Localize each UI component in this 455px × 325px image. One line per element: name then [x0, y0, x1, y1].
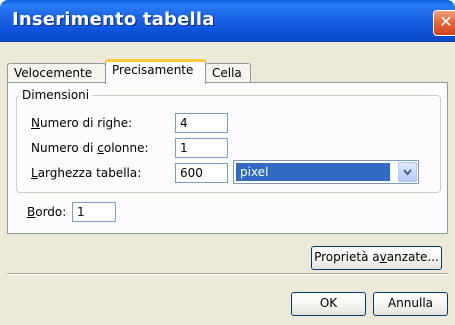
table-width-label: Larghezza tabella:	[31, 166, 142, 180]
tab-label: Precisamente	[112, 63, 194, 77]
dropdown-arrow-button[interactable]	[398, 162, 417, 182]
tab-velocemente[interactable]: Velocemente	[7, 63, 106, 83]
width-unit-select[interactable]: pixel	[233, 160, 419, 184]
rows-label: Numero di righe:	[31, 116, 133, 130]
tab-cella[interactable]: Cella	[205, 63, 251, 83]
table-width-input[interactable]: 600	[175, 163, 228, 183]
columns-input[interactable]: 1	[175, 138, 228, 158]
tab-precisamente[interactable]: Precisamente	[105, 59, 206, 84]
columns-label: Numero di colonne:	[31, 141, 149, 155]
advanced-properties-button[interactable]: Proprietà avanzate...	[311, 246, 442, 270]
tab-panel-precisamente: Dimensioni Numero di righe: 4 Numero di …	[7, 82, 448, 234]
cancel-button[interactable]: Annulla	[373, 292, 448, 316]
close-button[interactable]: ✕	[433, 10, 455, 36]
dimensions-group-label: Dimensioni	[19, 88, 93, 102]
ok-button[interactable]: OK	[291, 292, 366, 316]
tab-label: Cella	[212, 66, 242, 80]
button-separator	[7, 273, 448, 275]
dialog-window: Inserimento tabella ✕ Velocemente Precis…	[0, 0, 455, 325]
dialog-title: Inserimento tabella	[12, 9, 215, 30]
width-unit-selected: pixel	[236, 163, 390, 181]
border-label: Bordo:	[27, 205, 67, 219]
chevron-down-icon	[403, 169, 412, 176]
rows-input[interactable]: 4	[175, 113, 228, 133]
dialog-body: Velocemente Precisamente Cella Dimension…	[0, 42, 455, 325]
border-input[interactable]: 1	[72, 202, 116, 222]
title-bar[interactable]: Inserimento tabella ✕	[0, 0, 455, 42]
close-icon: ✕	[439, 12, 453, 31]
tab-label: Velocemente	[14, 66, 93, 80]
